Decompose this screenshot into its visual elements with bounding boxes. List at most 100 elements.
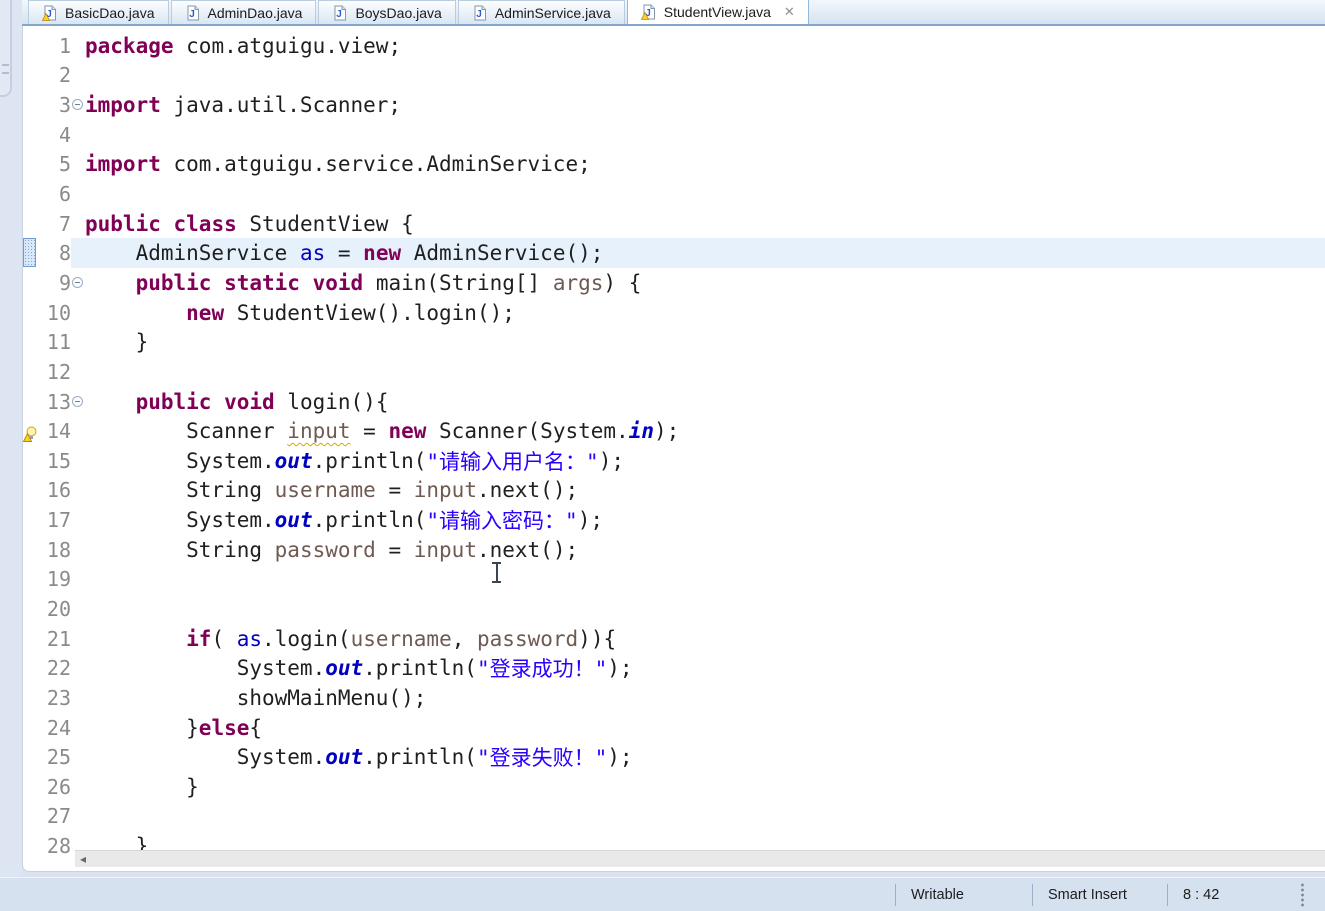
code-line-1[interactable]: 1 package com.atguigu.view; <box>23 31 1325 61</box>
fold-ruler[interactable] <box>71 90 85 120</box>
code-line-6[interactable]: 6 <box>23 179 1325 209</box>
code-line-13[interactable]: 13 public void login(){ <box>23 387 1325 417</box>
annotation-ruler[interactable] <box>23 713 37 743</box>
code-line-14[interactable]: 14 Scanner input = new Scanner(System. in… <box>23 416 1325 446</box>
warning-quickfix-bulb-icon[interactable] <box>23 423 38 443</box>
code-text[interactable]: AdminService as = new AdminService(); <box>85 238 1325 269</box>
code-line-17[interactable]: 17 System. out .println("请输入密码："); <box>23 505 1325 535</box>
fold-ruler[interactable] <box>71 713 85 743</box>
fold-ruler[interactable] <box>71 31 85 61</box>
occurrence-marker-icon[interactable] <box>23 238 36 268</box>
fold-ruler[interactable] <box>71 594 85 624</box>
fold-ruler[interactable] <box>71 357 85 387</box>
annotation-ruler[interactable] <box>23 31 37 61</box>
annotation-ruler[interactable] <box>23 535 37 565</box>
code-line-23[interactable]: 23 showMainMenu(); <box>23 683 1325 713</box>
tab-studentview-java[interactable]: J StudentView.java ✕ <box>626 0 809 24</box>
annotation-ruler[interactable] <box>23 179 37 209</box>
tab-admindao-java[interactable]: J AdminDao.java <box>170 0 317 24</box>
fold-ruler[interactable] <box>71 802 85 832</box>
fold-collapse-icon[interactable] <box>72 276 83 288</box>
fold-ruler[interactable] <box>71 150 85 180</box>
code-text[interactable]: new StudentView().login(); <box>85 298 1325 328</box>
fold-ruler[interactable] <box>71 683 85 713</box>
code-line-5[interactable]: 5 import com.atguigu.service.AdminService… <box>23 150 1325 180</box>
annotation-ruler[interactable] <box>23 446 37 476</box>
code-text[interactable]: System. out .println("请输入用户名："); <box>85 446 1325 476</box>
code-text[interactable]: public class StudentView { <box>85 209 1325 239</box>
annotation-ruler[interactable] <box>23 624 37 654</box>
fold-ruler[interactable] <box>71 298 85 328</box>
fold-ruler[interactable] <box>71 772 85 802</box>
code-line-20[interactable]: 20 <box>23 594 1325 624</box>
scroll-left-arrow-icon[interactable]: ◂ <box>75 851 91 868</box>
annotation-ruler[interactable] <box>23 120 37 150</box>
annotation-ruler[interactable] <box>23 416 37 446</box>
horizontal-scrollbar[interactable]: ◂ <box>75 850 1325 867</box>
code-text[interactable] <box>85 61 1325 91</box>
code-text[interactable]: String username = input .next(); <box>85 476 1325 506</box>
code-text[interactable]: public void login(){ <box>85 387 1325 417</box>
panel-grip-icon[interactable] <box>2 64 9 74</box>
annotation-ruler[interactable] <box>23 476 37 506</box>
code-text[interactable]: System. out .println("请输入密码："); <box>85 505 1325 535</box>
code-line-25[interactable]: 25 System. out .println("登录失败！"); <box>23 742 1325 772</box>
annotation-ruler[interactable] <box>23 327 37 357</box>
code-line-12[interactable]: 12 <box>23 357 1325 387</box>
fold-collapse-icon[interactable] <box>72 99 83 111</box>
fold-ruler[interactable] <box>71 61 85 91</box>
annotation-ruler[interactable] <box>23 61 37 91</box>
code-line-2[interactable]: 2 <box>23 61 1325 91</box>
annotation-ruler[interactable] <box>23 653 37 683</box>
annotation-ruler[interactable] <box>23 150 37 180</box>
code-text[interactable]: System. out .println("登录成功！"); <box>85 653 1325 683</box>
code-line-18[interactable]: 18 String password = input .next(); <box>23 535 1325 565</box>
code-text[interactable]: package com.atguigu.view; <box>85 31 1325 61</box>
code-line-27[interactable]: 27 <box>23 802 1325 832</box>
code-line-7[interactable]: 7 public class StudentView { <box>23 209 1325 239</box>
fold-ruler[interactable] <box>71 238 85 269</box>
fold-ruler[interactable] <box>71 476 85 506</box>
code-text[interactable]: } <box>85 327 1325 357</box>
code-line-26[interactable]: 26 } <box>23 772 1325 802</box>
annotation-ruler[interactable] <box>23 268 37 298</box>
code-line-8[interactable]: 8 AdminService as = new AdminService(); <box>23 238 1325 269</box>
fold-ruler[interactable] <box>71 565 85 595</box>
annotation-ruler[interactable] <box>23 90 37 120</box>
code-text[interactable] <box>85 594 1325 624</box>
code-line-4[interactable]: 4 <box>23 120 1325 150</box>
code-text[interactable]: System. out .println("登录失败！"); <box>85 742 1325 772</box>
tab-adminservice-java[interactable]: J AdminService.java <box>457 0 625 24</box>
code-text[interactable]: if( as .login(username, password)){ <box>85 624 1325 654</box>
fold-ruler[interactable] <box>71 535 85 565</box>
code-line-24[interactable]: 24 } else{ <box>23 713 1325 743</box>
annotation-ruler[interactable] <box>23 772 37 802</box>
annotation-ruler[interactable] <box>23 238 37 268</box>
code-text[interactable] <box>85 565 1325 595</box>
code-text[interactable]: String password = input .next(); <box>85 535 1325 565</box>
code-editor[interactable]: 1 package com.atguigu.view; 2 3 import java.… <box>22 26 1325 872</box>
annotation-ruler[interactable] <box>23 594 37 624</box>
code-text[interactable]: import com.atguigu.service.AdminService; <box>85 150 1325 180</box>
code-text[interactable]: public static void main(String[] args) { <box>85 268 1325 298</box>
code-text[interactable]: import java.util.Scanner; <box>85 90 1325 120</box>
annotation-ruler[interactable] <box>23 683 37 713</box>
annotation-ruler[interactable] <box>23 831 37 861</box>
code-line-19[interactable]: 19 <box>23 565 1325 595</box>
annotation-ruler[interactable] <box>23 505 37 535</box>
code-text[interactable]: } <box>85 772 1325 802</box>
code-line-3[interactable]: 3 import java.util.Scanner; <box>23 90 1325 120</box>
code-text[interactable] <box>85 802 1325 832</box>
fold-ruler[interactable] <box>71 505 85 535</box>
fold-ruler[interactable] <box>71 120 85 150</box>
annotation-ruler[interactable] <box>23 387 37 417</box>
code-text[interactable] <box>85 357 1325 387</box>
annotation-ruler[interactable] <box>23 802 37 832</box>
annotation-ruler[interactable] <box>23 742 37 772</box>
annotation-ruler[interactable] <box>23 209 37 239</box>
code-text[interactable]: } else{ <box>85 713 1325 743</box>
annotation-ruler[interactable] <box>23 565 37 595</box>
fold-ruler[interactable] <box>71 327 85 357</box>
fold-ruler[interactable] <box>71 446 85 476</box>
fold-ruler[interactable] <box>71 624 85 654</box>
